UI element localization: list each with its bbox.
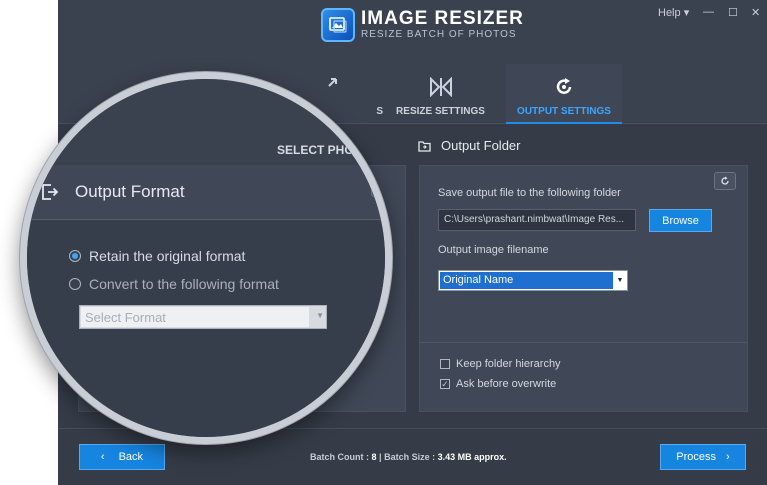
app-logo: IMAGE RESIZER RESIZE BATCH OF PHOTOS [321, 8, 524, 42]
convert-format-label: Convert to the following format [89, 276, 279, 292]
chevron-down-icon: ▼ [616, 277, 624, 284]
ask-overwrite-checkbox[interactable]: ✓ [440, 379, 450, 389]
tab-output-settings[interactable]: OUTPUT SETTINGS [506, 64, 622, 124]
filename-select-value: Original Name [440, 272, 613, 289]
minimize-button[interactable]: — [703, 6, 714, 18]
filename-label: Output image filename [438, 244, 549, 256]
filename-select[interactable]: Original Name ▼ [438, 270, 628, 291]
convert-format-radio[interactable] [69, 278, 81, 290]
batch-count-label: Batch Count : [310, 452, 369, 462]
tab-select-photos-zoom: SELECT PHOT [277, 143, 362, 157]
retain-format-radio[interactable] [69, 250, 81, 262]
output-folder-title: Output Folder [441, 138, 521, 153]
folder-icon [418, 140, 431, 155]
chevron-down-icon: ▾ [683, 7, 690, 19]
reset-folder-button[interactable] [714, 172, 736, 190]
back-button[interactable]: ‹ Back [79, 444, 165, 470]
batch-size-label: Batch Size : [384, 452, 436, 462]
close-button[interactable]: ✕ [751, 6, 760, 19]
browse-button[interactable]: Browse [649, 209, 712, 232]
resize-icon [383, 74, 498, 100]
chevron-right-icon: › [726, 451, 730, 463]
divider [420, 342, 747, 343]
app-logo-icon [321, 8, 355, 42]
magnifier-lens: SELECT PHOT Output Format Retain the ori… [20, 72, 392, 444]
save-output-label: Save output file to the following folder [438, 187, 621, 199]
help-label: Help [658, 7, 681, 19]
keep-hierarchy-label: Keep folder hierarchy [456, 358, 561, 370]
back-label: Back [118, 451, 144, 463]
format-select[interactable]: Select Format ▼ [79, 305, 327, 329]
tab-resize-settings[interactable]: RESIZE SETTINGS [383, 64, 498, 124]
output-folder-header: Output Folder [418, 138, 521, 155]
process-label: Process [676, 451, 717, 463]
tab-label: RESIZE SETTINGS [396, 106, 485, 117]
keep-hierarchy-checkbox[interactable] [440, 359, 450, 369]
batch-count-value: 8 [371, 452, 377, 462]
arrows-expand-icon [295, 79, 317, 102]
batch-info: Batch Count : 8 | Batch Size : 3.43 MB a… [310, 452, 507, 462]
format-select-placeholder: Select Format [81, 307, 309, 327]
export-icon [41, 183, 59, 206]
chevron-down-icon: ▼ [316, 311, 324, 320]
retain-format-label: Retain the original format [89, 248, 246, 264]
app-title: IMAGE RESIZER [361, 8, 524, 29]
lens-output-format-header: Output Format [27, 165, 385, 220]
help-menu[interactable]: Help ▾ [658, 6, 689, 19]
output-format-title: Output Format [75, 182, 185, 201]
batch-size-value: 3.43 MB approx. [437, 452, 507, 462]
tab-label: OUTPUT SETTINGS [517, 106, 611, 117]
app-subtitle: RESIZE BATCH OF PHOTOS [361, 29, 517, 40]
process-button[interactable]: Process › [660, 444, 746, 470]
ask-overwrite-label: Ask before overwrite [456, 378, 557, 390]
maximize-button[interactable]: ☐ [728, 6, 738, 19]
chevron-left-icon: ‹ [100, 451, 105, 463]
batch-separator: | [379, 452, 382, 462]
refresh-icon [506, 74, 622, 100]
output-path-field[interactable]: C:\Users\prashant.nimbwat\Image Res... [438, 209, 636, 231]
